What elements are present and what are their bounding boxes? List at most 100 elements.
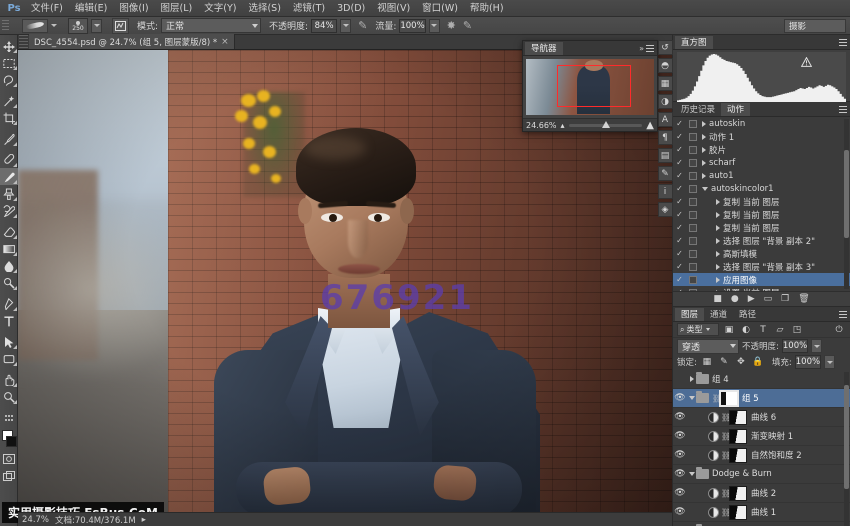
dodge-tool[interactable]	[0, 274, 18, 291]
layer-fill-input[interactable]: 100%	[795, 355, 821, 369]
close-icon[interactable]: ×	[221, 37, 229, 47]
menu-item-7[interactable]: 3D(D)	[331, 1, 371, 16]
panel-menu-icon[interactable]	[839, 39, 847, 46]
layer-visibility-toggle[interactable]: 👁	[673, 450, 687, 460]
navigator-panel[interactable]: 导航器 » 24.66% ▴ ▲	[522, 40, 658, 132]
options-bar-grip[interactable]	[2, 20, 9, 32]
crop-tool[interactable]	[0, 109, 18, 126]
flow-stepper[interactable]	[429, 19, 440, 33]
color-rail-icon[interactable]: ◓	[658, 58, 673, 73]
action-enabled-checkbox[interactable]: ✓	[673, 275, 686, 284]
layer-adjustment-icon[interactable]	[708, 488, 719, 499]
action-dialog-toggle[interactable]	[686, 185, 699, 193]
navigator-zoom-knob[interactable]	[602, 121, 610, 128]
action-dialog-toggle[interactable]	[686, 250, 699, 258]
status-zoom[interactable]: 24.7%	[22, 515, 49, 525]
paragraph-rail-icon[interactable]: ¶	[658, 130, 673, 145]
type-tool[interactable]	[0, 312, 18, 329]
background-color-swatch[interactable]	[6, 436, 17, 447]
blend-mode-select[interactable]: 正常	[161, 18, 261, 33]
smartobject-filter-icon[interactable]: ◳	[790, 325, 804, 335]
layer-visibility-toggle[interactable]: 👁	[673, 412, 687, 422]
adjustment-filter-icon[interactable]: ◐	[739, 325, 753, 335]
adjustments-rail-icon[interactable]: ◑	[658, 94, 673, 109]
layer-group-arrow[interactable]	[687, 396, 696, 400]
stop-icon[interactable]: ■	[713, 294, 722, 304]
opacity-input[interactable]: 84%	[311, 19, 337, 33]
action-expand-arrow[interactable]	[702, 173, 706, 179]
action-expand-arrow[interactable]	[716, 238, 720, 244]
action-row[interactable]: ✓autoskincolor1	[673, 182, 850, 195]
layer-row[interactable]: 👁⛓渐变映射 1	[673, 427, 850, 446]
menu-item-3[interactable]: 图层(L)	[155, 1, 199, 16]
action-row[interactable]: ✓应用图像	[673, 273, 850, 286]
action-enabled-checkbox[interactable]: ✓	[673, 197, 686, 206]
toggle-brush-panel-button[interactable]	[112, 18, 129, 34]
action-row[interactable]: ✓设置 当前 图层	[673, 286, 850, 291]
menu-item-5[interactable]: 选择(S)	[242, 1, 286, 16]
opacity-pressure-icon[interactable]: ✎	[358, 19, 367, 32]
action-dialog-toggle[interactable]	[686, 159, 699, 167]
move-tool[interactable]	[0, 37, 18, 54]
lasso-tool[interactable]	[0, 71, 18, 88]
action-dialog-toggle[interactable]	[686, 237, 699, 245]
layer-visibility-toggle[interactable]: 👁	[673, 507, 687, 517]
tab-paths[interactable]: 路径	[733, 308, 762, 321]
zoom-tool[interactable]	[0, 388, 18, 405]
quick-select-tool[interactable]	[0, 92, 18, 109]
action-enabled-checkbox[interactable]: ✓	[673, 249, 686, 258]
action-expand-arrow[interactable]	[702, 121, 706, 127]
path-select-tool[interactable]	[0, 333, 18, 350]
layer-visibility-toggle[interactable]: 👁	[673, 469, 687, 479]
action-dialog-toggle[interactable]	[686, 211, 699, 219]
action-dialog-toggle[interactable]	[686, 133, 699, 141]
action-expand-arrow[interactable]	[716, 212, 720, 218]
menu-item-8[interactable]: 视图(V)	[371, 1, 416, 16]
info-rail-icon[interactable]: i	[658, 184, 673, 199]
action-expand-arrow[interactable]	[716, 290, 720, 292]
histogram-panel-controls[interactable]	[839, 39, 847, 46]
opacity-stepper[interactable]	[340, 19, 351, 33]
properties-rail-icon[interactable]: ▤	[658, 148, 673, 163]
menu-item-9[interactable]: 窗口(W)	[416, 1, 464, 16]
action-row[interactable]: ✓选择 图层 "背景 副本 3"	[673, 260, 850, 273]
layer-row[interactable]: 组 4	[673, 370, 850, 389]
navigator-zoom-value[interactable]: 24.66%	[526, 121, 557, 130]
layer-row[interactable]: 👁⛓曲线 6	[673, 408, 850, 427]
layer-opacity-stepper[interactable]	[811, 339, 822, 353]
action-enabled-checkbox[interactable]: ✓	[673, 184, 686, 193]
navigator-zoom-slider[interactable]	[569, 124, 643, 127]
action-dialog-toggle[interactable]	[686, 172, 699, 180]
action-enabled-checkbox[interactable]: ✓	[673, 132, 686, 141]
action-dialog-toggle[interactable]	[686, 198, 699, 206]
quickmask-icon[interactable]	[0, 450, 18, 467]
zoom-out-icon[interactable]: ▴	[561, 121, 565, 130]
layer-row[interactable]: 👁⛓自然饱和度 2	[673, 446, 850, 465]
action-dialog-toggle[interactable]	[686, 146, 699, 154]
airbrush-icon[interactable]: ✸	[447, 19, 456, 32]
edit-toolbar-button[interactable]	[0, 409, 18, 426]
action-enabled-checkbox[interactable]: ✓	[673, 223, 686, 232]
brush-preset-preview[interactable]	[22, 19, 48, 33]
layers-panel-controls[interactable]	[839, 311, 847, 318]
lock-position-icon[interactable]: ✥	[734, 357, 748, 367]
action-expand-arrow[interactable]	[716, 199, 720, 205]
action-dialog-toggle[interactable]	[686, 276, 699, 284]
layer-filter-kind-select[interactable]: ⌕ 类型	[677, 323, 719, 336]
clone-stamp-tool[interactable]	[0, 185, 18, 202]
tab-bar-grip[interactable]	[19, 35, 28, 48]
delete-icon[interactable]: 🗑	[798, 294, 809, 304]
actions-list[interactable]: ✓autoskin✓动作 1✓胶片✓scharf✓auto1✓autoskinc…	[673, 117, 850, 291]
layer-group-arrow[interactable]	[687, 376, 696, 382]
layer-visibility-toggle[interactable]: 👁	[673, 488, 687, 498]
filter-toggle-icon[interactable]: ⏻	[832, 325, 846, 335]
character-rail-icon[interactable]: A	[658, 112, 673, 127]
layer-opacity-input[interactable]: 100%	[782, 339, 808, 353]
layer-mask-thumbnail[interactable]	[729, 448, 747, 463]
layer-list[interactable]: 组 4👁⛓组 5👁⛓曲线 6👁⛓渐变映射 1👁⛓自然饱和度 2👁Dodge & …	[673, 370, 850, 526]
history-rail-icon[interactable]: ↺	[658, 40, 673, 55]
layer-mask-thumbnail[interactable]	[729, 410, 747, 425]
hand-tool[interactable]	[0, 371, 18, 388]
action-row[interactable]: ✓scharf	[673, 156, 850, 169]
layer-row[interactable]: 👁⛓曲线 2	[673, 484, 850, 503]
